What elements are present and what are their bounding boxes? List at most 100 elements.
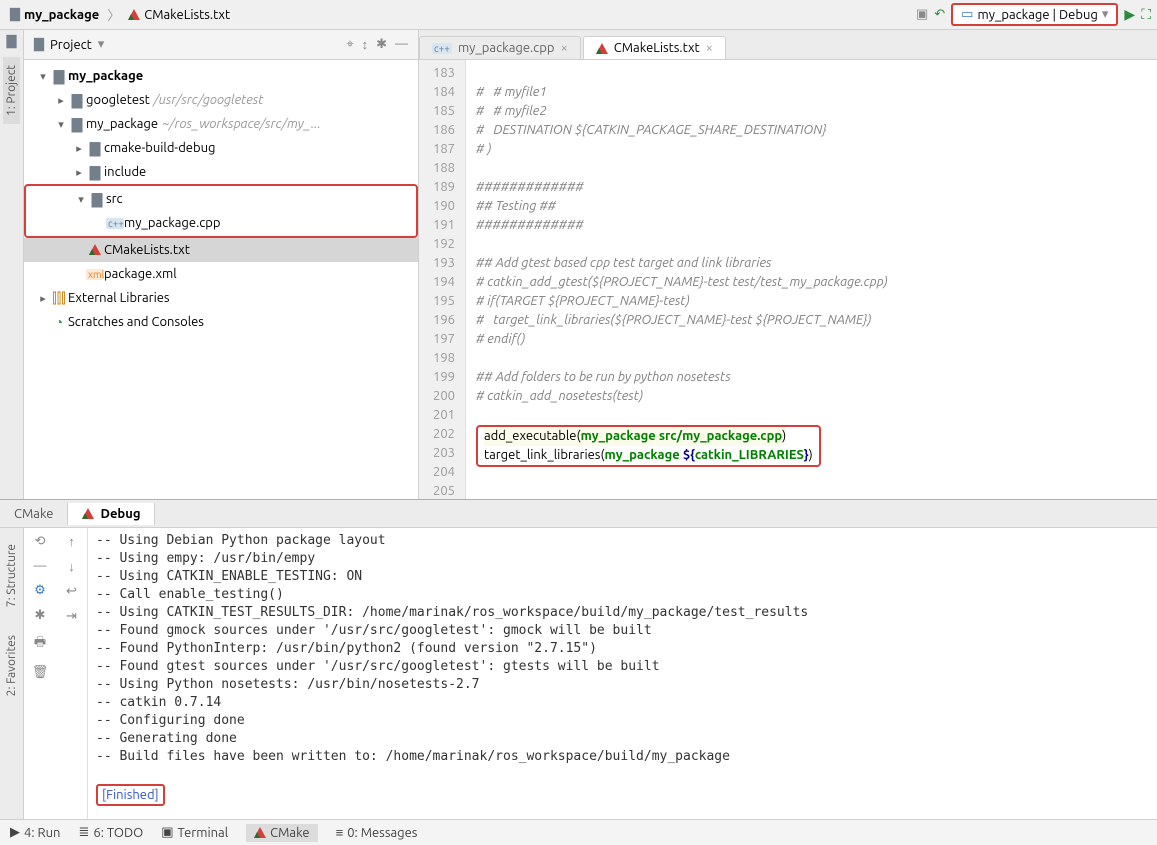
run-configuration-label: my_package | Debug [977, 8, 1097, 22]
tree-cpp-file[interactable]: c++ my_package.cpp [26, 211, 416, 235]
breadcrumb-root[interactable]: ▇ my_package [6, 5, 103, 24]
run-icon: ▶ [10, 825, 20, 840]
trash-icon[interactable]: 🗑 [32, 665, 49, 680]
folder-icon: ▇ [10, 7, 20, 22]
breadcrumb: ▇ my_package 〉 CMakeLists.txt [6, 5, 916, 24]
console-tool-column-2: ↑ ↓ ↩ ⇥ [56, 528, 88, 819]
folder-icon: ▇ [68, 116, 86, 133]
print-icon[interactable]: 🖶 [34, 633, 46, 655]
tree-scratches[interactable]: ◔ Scratches and Consoles [24, 310, 418, 334]
tree-external-libraries[interactable]: ▸ ⫿⫿⫿ External Libraries [24, 286, 418, 310]
bottom-panel: CMake Debug 7: Structure 2: Favorites ⟲ … [0, 499, 1157, 819]
tree-path: /usr/src/googletest [154, 93, 264, 107]
status-run[interactable]: ▶4: Run [10, 825, 60, 840]
breadcrumb-file-label: CMakeLists.txt [144, 8, 230, 22]
debug-button[interactable]: ⛶ [1141, 6, 1151, 23]
left-tool-strip-bottom: 7: Structure 2: Favorites [0, 528, 24, 819]
side-tab-project[interactable]: 1: Project [3, 57, 20, 124]
window-icon: ▭ [961, 7, 973, 22]
down-icon[interactable]: ↓ [68, 559, 75, 574]
tree-label: src [106, 192, 123, 206]
cmake-icon [82, 508, 94, 519]
terminal-icon: ▣ [161, 825, 173, 840]
tree-label: package.xml [104, 267, 177, 281]
tree-googletest[interactable]: ▸ ▇ googletest/usr/src/googletest [24, 88, 418, 112]
tree-label: Scratches and Consoles [68, 315, 204, 329]
tree-label: googletest [86, 93, 150, 107]
bottom-tab-cmake[interactable]: CMake [0, 503, 68, 525]
tree-mypackage[interactable]: ▾ ▇ my_package ~/ros_workspace/src/my_... [24, 112, 418, 136]
gear-icon[interactable]: ✱ [35, 608, 46, 623]
close-icon[interactable]: × [706, 41, 713, 55]
expand-icon[interactable]: ▸ [72, 142, 86, 155]
settings-icon[interactable]: ⚙ [34, 583, 46, 598]
reload-icon[interactable]: ↶ [934, 7, 945, 22]
dropdown-arrow-icon: ▾ [1102, 7, 1109, 22]
expand-icon[interactable]: ▾ [54, 118, 68, 131]
side-tab-favorites[interactable]: 2: Favorites [3, 627, 20, 704]
expand-icon[interactable]: ▾ [74, 193, 88, 206]
tree-include[interactable]: ▸ ▇ include [24, 160, 418, 184]
build-icon[interactable]: ▣ [916, 7, 928, 22]
tree-cmake-build-debug[interactable]: ▸ ▇ cmake-build-debug [24, 136, 418, 160]
tree-label: External Libraries [68, 291, 170, 305]
run-button[interactable]: ▶ [1124, 6, 1135, 23]
tree-label: cmake-build-debug [104, 141, 215, 155]
cmake-icon [86, 242, 104, 258]
tree-src[interactable]: ▾ ▇ src [26, 187, 416, 211]
cmake-icon [596, 43, 608, 54]
stop-icon[interactable]: — [34, 559, 47, 573]
tree-path: ~/ros_workspace/src/my_... [162, 117, 321, 131]
scroll-icon[interactable]: ⇥ [66, 609, 77, 624]
refresh-icon[interactable]: ⟲ [35, 534, 46, 549]
tree-label: CMakeLists.txt [104, 243, 190, 257]
locate-icon[interactable]: ⌖ [346, 37, 353, 52]
tree-package-xml[interactable]: xml package.xml [24, 262, 418, 286]
expand-icon[interactable]: ▸ [36, 292, 50, 305]
console-tool-column-1: ⟲ — ⚙ ✱ 🖶 🗑 [24, 528, 56, 819]
tree-label: my_package.cpp [124, 216, 221, 230]
up-icon[interactable]: ↑ [68, 534, 75, 549]
side-tab-structure[interactable]: 7: Structure [3, 536, 20, 615]
tab-label: CMakeLists.txt [614, 41, 700, 55]
expand-icon[interactable]: ▸ [54, 94, 68, 107]
tree-root[interactable]: ▾ ▇ my_package [24, 64, 418, 88]
tree-cmakelists[interactable]: CMakeLists.txt [24, 238, 418, 262]
wrap-icon[interactable]: ↩ [66, 584, 77, 599]
cmake-icon [254, 827, 266, 838]
status-todo[interactable]: ≣6: TODO [78, 825, 143, 840]
bottom-tab-debug[interactable]: Debug [68, 503, 155, 525]
expand-icon[interactable]: ▸ [72, 166, 86, 179]
project-icon: ▇ [34, 37, 44, 52]
tree-label: include [104, 165, 146, 179]
gear-icon[interactable]: ✱ [376, 37, 387, 52]
cmake-icon [128, 9, 140, 20]
code-content[interactable]: # # myfile1 # # myfile2 # DESTINATION ${… [466, 60, 898, 499]
hide-icon[interactable]: — [395, 37, 408, 52]
collapse-icon[interactable]: ↕ [362, 37, 369, 52]
project-panel: ▇ Project ▾ ⌖ ↕ ✱ — ▾ ▇ my_package ▸ ▇ g… [24, 30, 419, 499]
breadcrumb-file[interactable]: CMakeLists.txt [124, 6, 234, 24]
library-icon: ⫿⫿⫿ [50, 290, 68, 307]
folder-icon: ▇ [68, 92, 86, 109]
editor-tabs: c++ my_package.cpp × CMakeLists.txt × [419, 30, 1157, 60]
editor-tab-cpp[interactable]: c++ my_package.cpp × [419, 36, 581, 59]
expand-icon[interactable]: ▾ [36, 70, 50, 83]
scratch-icon: ◔ [50, 314, 68, 330]
dropdown-arrow-icon[interactable]: ▾ [98, 37, 105, 52]
status-bar: ▶4: Run ≣6: TODO ▣Terminal CMake ≡0: Mes… [0, 819, 1157, 845]
breadcrumb-root-label: my_package [24, 8, 99, 22]
status-cmake[interactable]: CMake [246, 824, 317, 842]
editor-tab-cmake[interactable]: CMakeLists.txt × [583, 36, 726, 59]
tab-label: Debug [100, 507, 140, 521]
project-panel-title[interactable]: Project [50, 38, 92, 52]
tree-label: my_package [86, 117, 158, 131]
status-messages[interactable]: ≡0: Messages [336, 825, 418, 840]
xml-icon: xml [86, 269, 104, 280]
run-configuration-selector[interactable]: ▭ my_package | Debug ▾ [951, 3, 1118, 26]
console-output[interactable]: -- Using Debian Python package layout-- … [88, 528, 1157, 819]
folder-icon: ▇ [86, 140, 104, 157]
editor-body[interactable]: 1831841851861871881891901911921931941951… [419, 60, 1157, 499]
close-icon[interactable]: × [560, 41, 567, 55]
status-terminal[interactable]: ▣Terminal [161, 825, 228, 840]
